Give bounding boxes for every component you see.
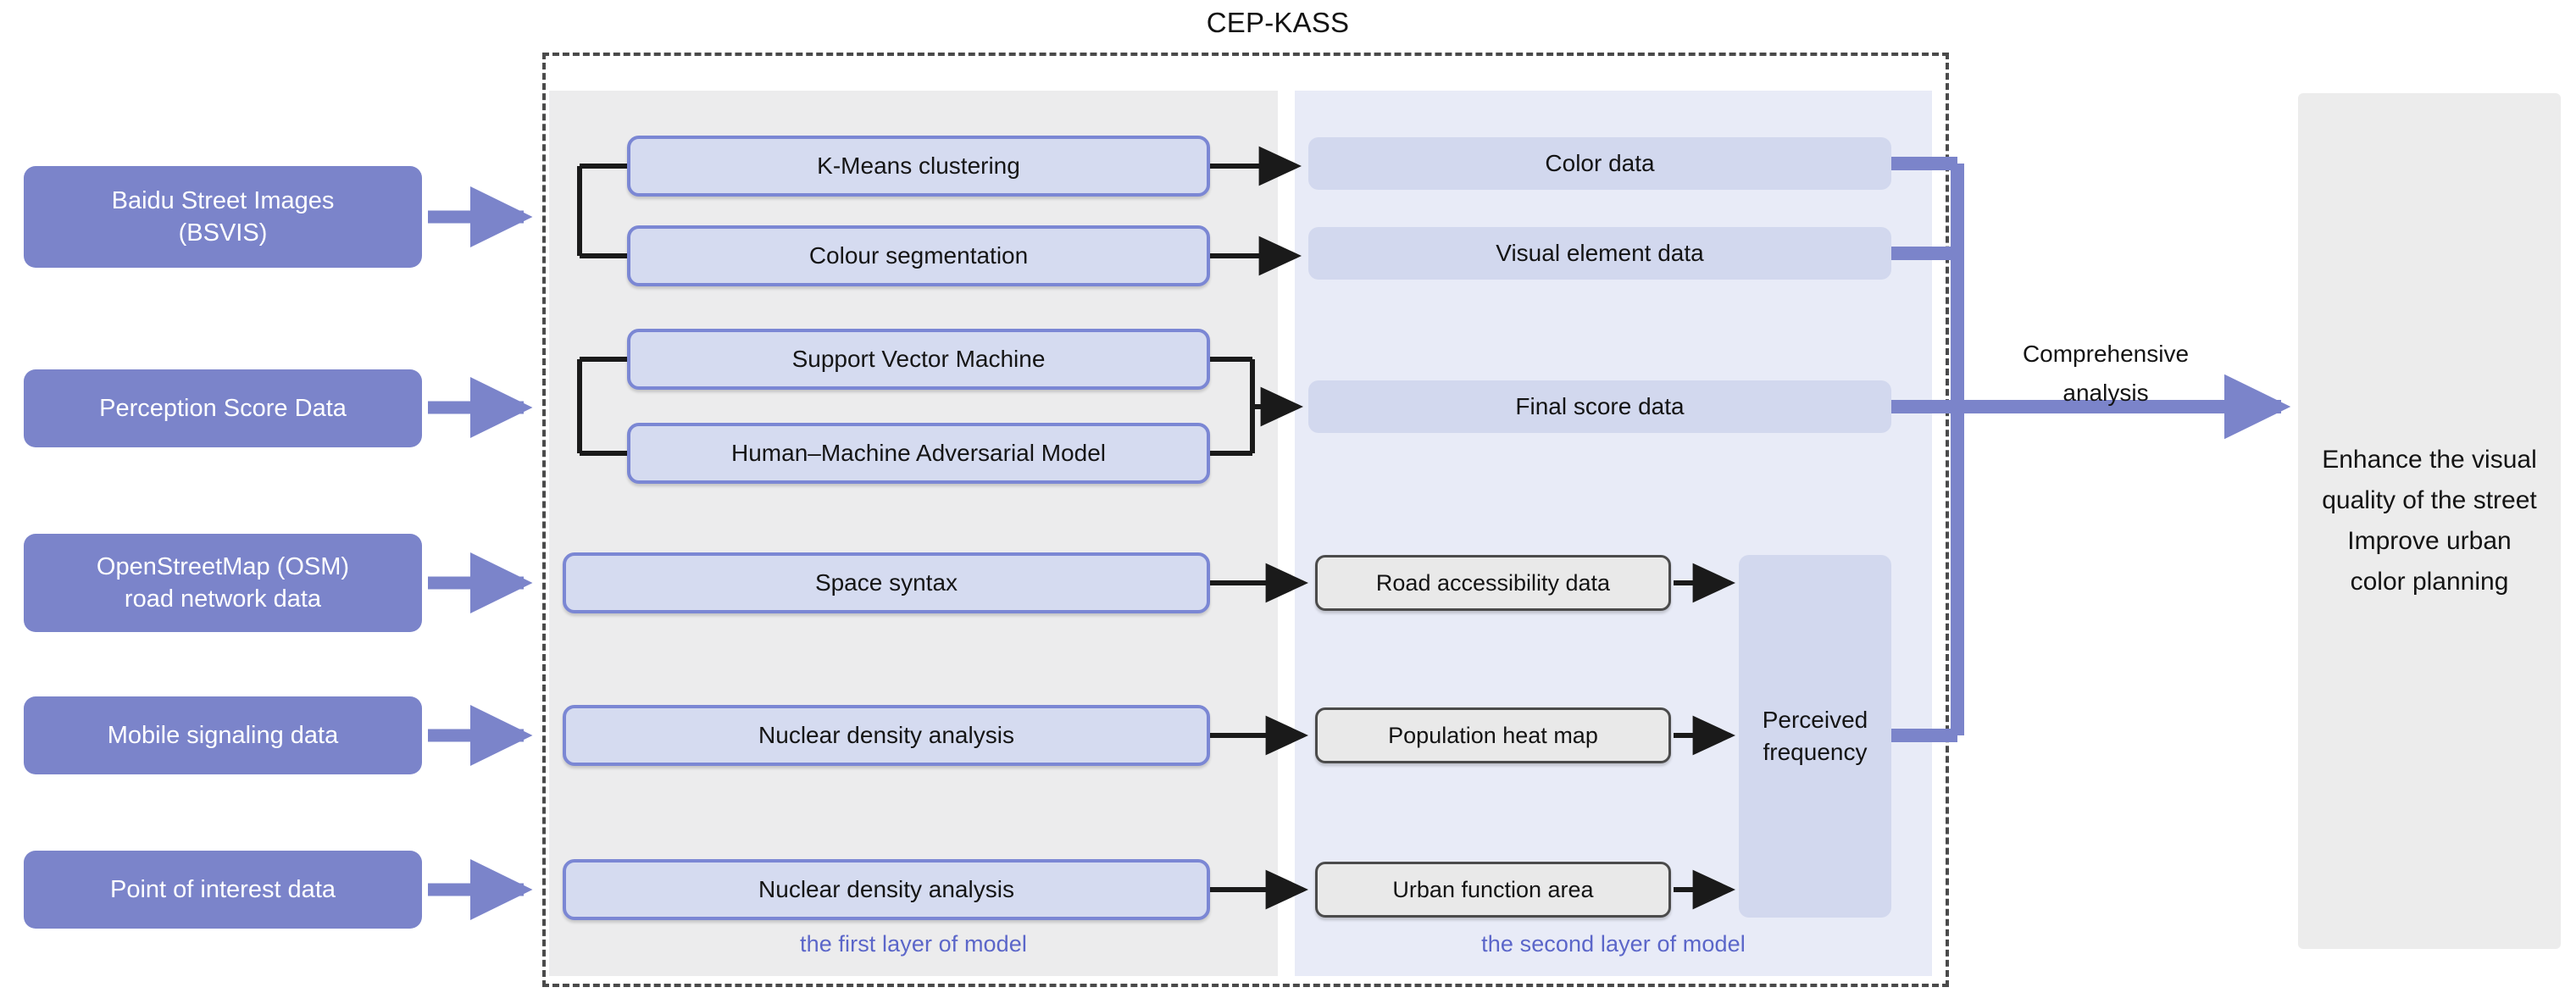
data-label-color-data: Color data — [1545, 150, 1655, 176]
source-label-poi: Point of interest data — [110, 876, 336, 903]
source-box-mobile[interactable]: Mobile signaling data — [24, 696, 422, 774]
source-arrows — [428, 186, 533, 921]
aggregate-box-perceived-frequency[interactable]: Perceived frequency — [1739, 555, 1891, 918]
data-label-visual-element-data: Visual element data — [1496, 240, 1704, 266]
data-label-road-accessibility-data: Road accessibility data — [1375, 569, 1611, 596]
method-label-colour-segmentation: Colour segmentation — [808, 242, 1029, 269]
method-label-nuclear-density-analysis-2: Nuclear density analysis — [758, 876, 1014, 902]
method-box-human-machine-adversarial-model[interactable]: Human–Machine Adversarial Model — [627, 423, 1210, 484]
outcome-box[interactable]: Enhance the visual quality of the street I… — [2298, 93, 2561, 949]
source-label-bsvis: Baidu Street Images (BSVIS) — [111, 187, 335, 247]
source-box-bsvis[interactable]: Baidu Street Images (BSVIS) — [24, 166, 422, 268]
method-label-kmeans: K-Means clustering — [817, 153, 1020, 179]
data-label-final-score-data: Final score data — [1515, 393, 1685, 419]
data-box-urban-function-area[interactable]: Urban function area — [1315, 862, 1671, 918]
source-box-perception[interactable]: Perception Score Data — [24, 369, 422, 447]
method-box-space-syntax[interactable]: Space syntax — [563, 552, 1210, 613]
outcome-label: Enhance the visual quality of the street I… — [2322, 446, 2537, 596]
method-label-svm: Support Vector Machine — [791, 346, 1046, 372]
method-box-nuclear-density-analysis-1[interactable]: Nuclear density analysis — [563, 705, 1210, 766]
data-label-population-heat-map: Population heat map — [1388, 722, 1598, 748]
comprehensive-analysis-line1: Comprehensive — [2022, 341, 2190, 367]
diagram-title: CEP-KASS — [1206, 7, 1350, 38]
diagram-canvas: CEP-KASS the first layer of model the se… — [0, 0, 2576, 1004]
data-box-final-score-data[interactable]: Final score data — [1308, 380, 1891, 433]
first-layer-caption: the first layer of model — [799, 931, 1027, 957]
source-box-osm[interactable]: OpenStreetMap (OSM) road network data — [24, 534, 422, 632]
data-label-urban-function-area: Urban function area — [1392, 876, 1594, 902]
second-layer-caption: the second layer of model — [1481, 931, 1746, 957]
comprehensive-analysis-label: Comprehensive analysis — [1983, 335, 2229, 428]
data-box-color-data[interactable]: Color data — [1308, 137, 1891, 190]
method-label-human-machine-adversarial-model: Human–Machine Adversarial Model — [731, 440, 1106, 466]
aggregate-label-perceived-frequency: Perceived frequency — [1762, 707, 1868, 765]
data-box-population-heat-map[interactable]: Population heat map — [1315, 707, 1671, 763]
first-layer-panel — [549, 91, 1278, 976]
method-box-kmeans[interactable]: K-Means clustering — [627, 136, 1210, 197]
source-label-mobile: Mobile signaling data — [107, 722, 339, 749]
method-box-nuclear-density-analysis-2[interactable]: Nuclear density analysis — [563, 859, 1210, 920]
source-label-osm: OpenStreetMap (OSM) road network data — [96, 553, 350, 613]
data-box-visual-element-data[interactable]: Visual element data — [1308, 227, 1891, 280]
method-label-space-syntax: Space syntax — [814, 569, 958, 596]
method-box-colour-segmentation[interactable]: Colour segmentation — [627, 225, 1210, 286]
method-box-svm[interactable]: Support Vector Machine — [627, 329, 1210, 390]
method-label-nuclear-density-analysis-1: Nuclear density analysis — [758, 722, 1014, 748]
source-box-poi[interactable]: Point of interest data — [24, 851, 422, 929]
data-box-road-accessibility-data[interactable]: Road accessibility data — [1315, 555, 1671, 611]
source-label-perception: Perception Score Data — [99, 395, 347, 422]
comprehensive-analysis-line2: analysis — [2062, 380, 2149, 406]
